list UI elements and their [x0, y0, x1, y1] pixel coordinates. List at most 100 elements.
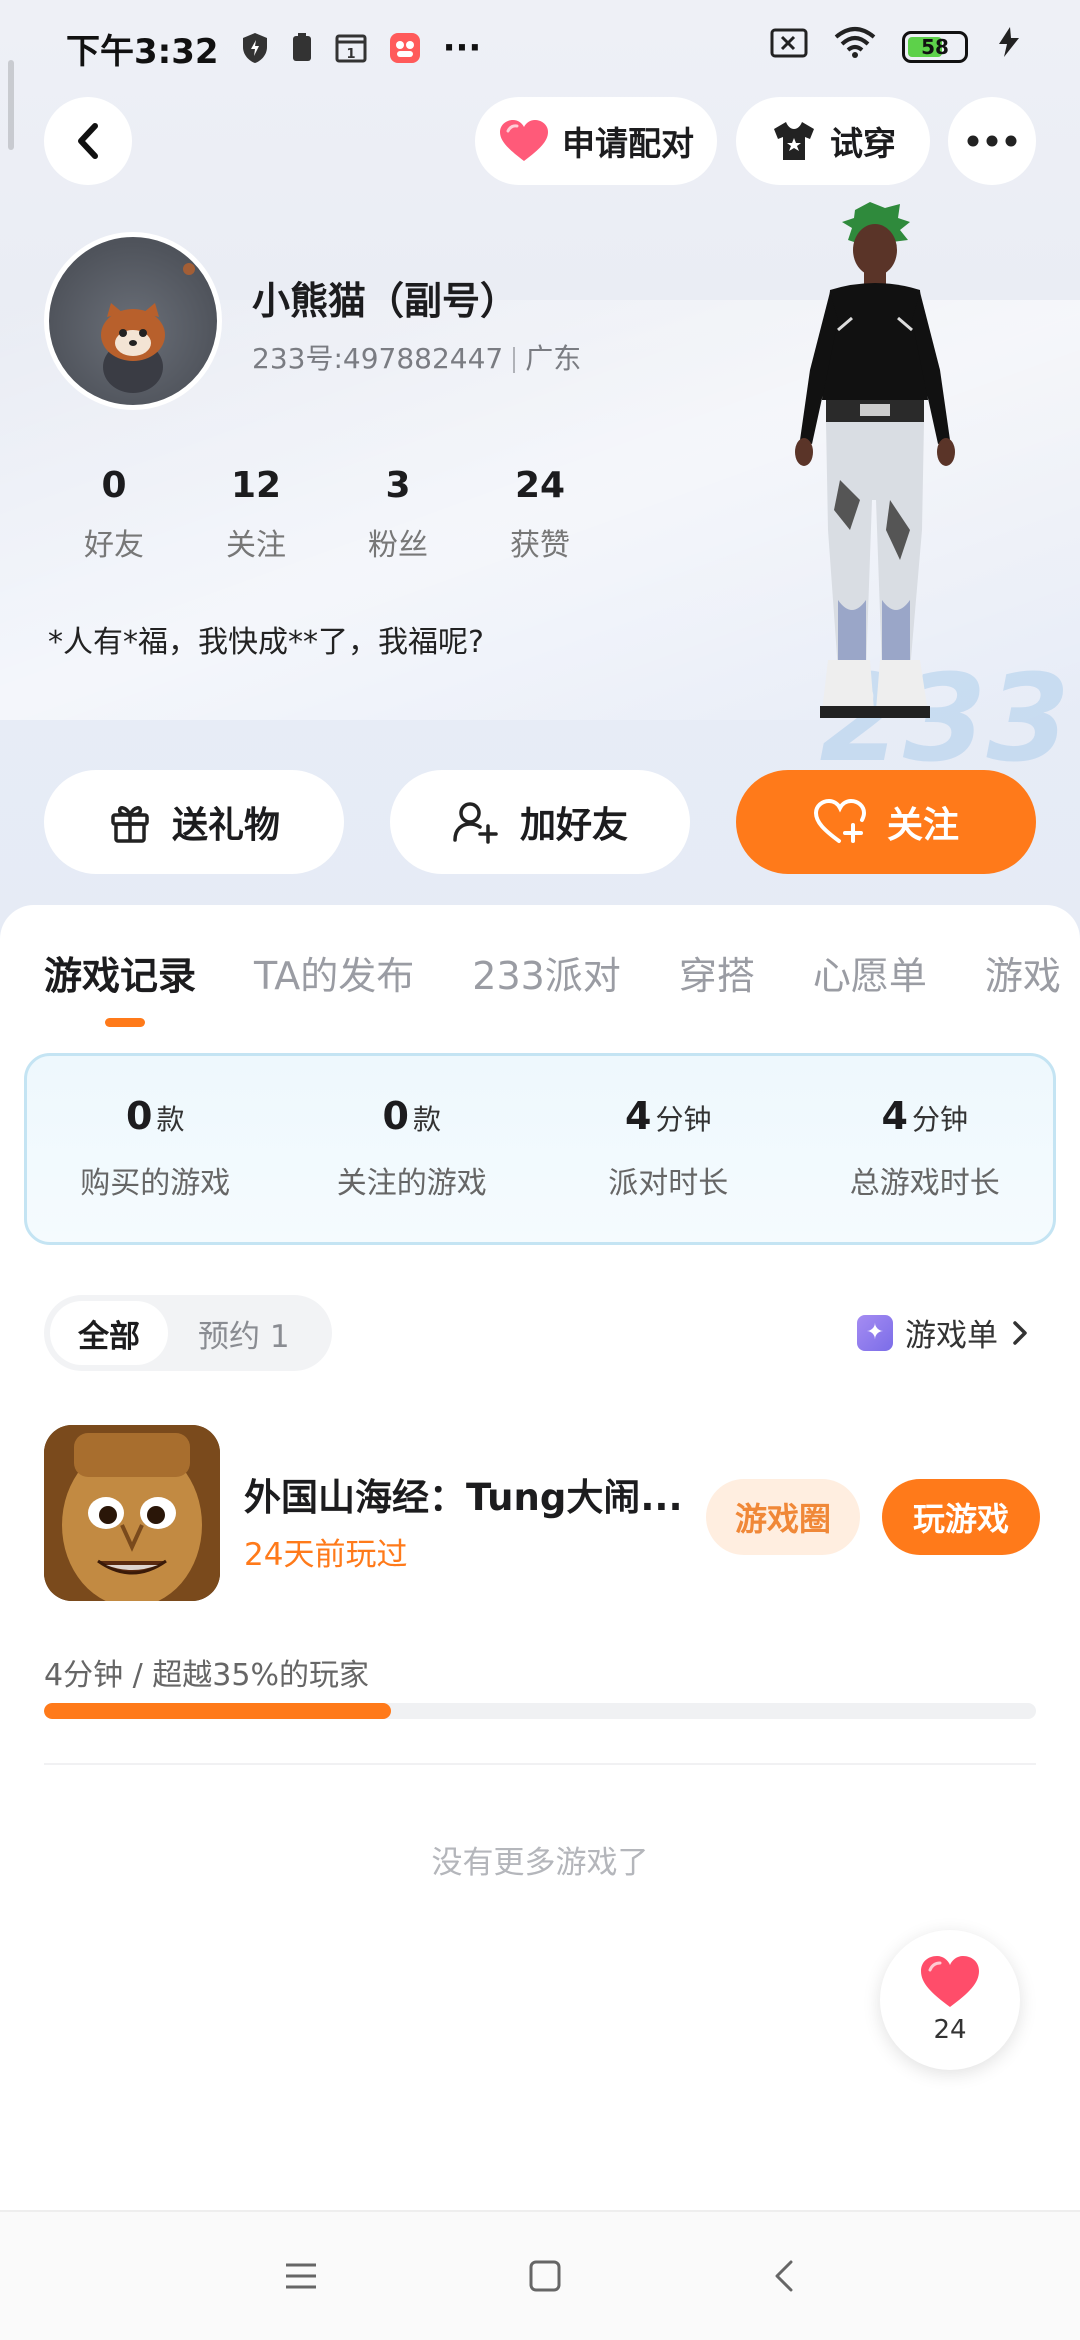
stat-fans-label: 粉丝 [368, 528, 428, 563]
dnd-icon [770, 27, 808, 67]
tab-game-records[interactable]: 游戏记录 [44, 945, 196, 1000]
follow-button[interactable]: 关注 [736, 770, 1036, 874]
summary-party-time-value: 4 [625, 1094, 652, 1138]
summary-party-time: 4 分钟 派对时长 [540, 1056, 797, 1242]
tab-outfits[interactable]: 穿搭 [679, 945, 755, 1000]
more-notifications-icon: ··· [442, 28, 482, 68]
menu-icon[interactable] [284, 2261, 318, 2291]
app-notification-icon [389, 32, 421, 64]
tab-posts[interactable]: TA的发布 [254, 945, 414, 1000]
send-gift-button[interactable]: 送礼物 [44, 770, 344, 874]
stat-likes-count: 24 [514, 465, 566, 506]
profile-name: 小熊猫（副号） [252, 279, 519, 323]
avatar-character-figure[interactable] [760, 200, 990, 770]
profile-tabs: 游戏记录 TA的发布 233派对 穿搭 心愿单 游戏 [44, 945, 1080, 1000]
avatar[interactable] [44, 232, 222, 410]
pair-request-button[interactable]: 申请配对 [475, 97, 717, 185]
game-list-label: 游戏单 [905, 1318, 998, 1354]
battery-indicator: 58 [902, 30, 968, 63]
game-face-icon [44, 1425, 220, 1601]
game-progress-fill [44, 1703, 392, 1719]
heart-icon [921, 1956, 979, 2007]
profile-region: 广东 [525, 342, 582, 375]
game-last-played: 24天前玩过 [244, 1537, 408, 1573]
game-filter: 全部 预约 1 [44, 1295, 332, 1371]
game-progress-text: 4分钟 / 超越35%的玩家 [44, 1658, 369, 1693]
game-summary-card: 0款 购买的游戏 0款 关注的游戏 4 分钟 派对时长 4 分钟 总游戏时长 [24, 1053, 1056, 1245]
game-progress-track [44, 1703, 1036, 1719]
summary-followed-label: 关注的游戏 [336, 1166, 487, 1201]
summary-party-time-unit: 分钟 [655, 1103, 712, 1136]
game-cover-icon [44, 1425, 220, 1601]
filter-reserve[interactable]: 预约 1 [198, 1311, 290, 1356]
red-panda-avatar-icon [101, 263, 195, 393]
summary-total-time-unit: 分钟 [911, 1103, 968, 1136]
wifi-icon [834, 26, 876, 67]
send-gift-label: 送礼物 [171, 805, 280, 846]
stat-fans[interactable]: 3 粉丝 [326, 465, 470, 564]
heart-icon [500, 120, 548, 161]
svg-text:1: 1 [346, 47, 355, 62]
summary-purchased-unit: 款 [156, 1103, 185, 1136]
sim-card-icon [291, 33, 313, 63]
filter-all[interactable]: 全部 [50, 1301, 168, 1365]
tshirt-icon [774, 122, 814, 160]
summary-purchased-value: 0 [126, 1094, 153, 1138]
system-nav-bar [0, 2210, 1080, 2340]
summary-purchased: 0款 购买的游戏 [27, 1056, 284, 1242]
like-floating-button[interactable]: 24 [880, 1930, 1020, 2070]
no-more-games-text: 没有更多游戏了 [431, 1845, 649, 1881]
summary-total-time-label: 总游戏时长 [849, 1166, 1000, 1201]
game-item[interactable]: 外国山海经：Tung大闹... 24天前玩过 游戏圈 玩游戏 [44, 1425, 1040, 1605]
battery-level: 58 [921, 34, 949, 59]
active-tab-indicator [105, 1018, 145, 1027]
summary-purchased-label: 购买的游戏 [80, 1166, 231, 1201]
stat-following-count: 12 [230, 465, 282, 506]
stat-likes[interactable]: 24 获赞 [468, 465, 612, 564]
stat-friends-count: 0 [101, 465, 127, 506]
home-icon[interactable] [528, 2259, 562, 2293]
like-count: 24 [933, 2015, 967, 2045]
gift-icon [111, 806, 149, 843]
profile-id-line: 233号:497882447 广东 [252, 337, 581, 377]
sparkle-icon: ✦ [857, 1314, 893, 1351]
profile-bio: *人有*福，我快成**了，我福呢? [48, 625, 484, 660]
profile-stats: 0 好友 12 关注 3 粉丝 24 获赞 [44, 465, 612, 564]
game-circle-button[interactable]: 游戏圈 [706, 1479, 860, 1555]
play-game-button[interactable]: 玩游戏 [882, 1479, 1040, 1555]
back-icon[interactable] [772, 2258, 796, 2294]
tab-games[interactable]: 游戏 [985, 945, 1061, 1000]
game-title: 外国山海经：Tung大闹... [244, 1476, 683, 1519]
shield-icon [241, 32, 269, 64]
stat-fans-count: 3 [385, 465, 411, 506]
summary-party-time-label: 派对时长 [608, 1166, 729, 1201]
heart-plus-icon [813, 799, 866, 843]
try-on-label: 试穿 [830, 124, 896, 163]
id-region-divider [513, 347, 516, 373]
chevron-left-icon [78, 123, 98, 159]
follow-label: 关注 [886, 805, 959, 846]
back-button[interactable] [44, 97, 132, 185]
summary-total-time: 4 分钟 总游戏时长 [797, 1056, 1054, 1242]
status-time: 下午3:32 [66, 31, 219, 72]
tab-233-party[interactable]: 233派对 [472, 945, 621, 1000]
profile-id: 233号:497882447 [252, 342, 504, 375]
add-friend-button[interactable]: 加好友 [390, 770, 690, 874]
calendar-icon: 1 [335, 33, 367, 63]
stat-friends[interactable]: 0 好友 [42, 465, 186, 564]
tab-wishlist[interactable]: 心愿单 [813, 945, 927, 1000]
charging-icon [994, 26, 1024, 67]
summary-followed-value: 0 [382, 1094, 409, 1138]
chevron-right-icon [1013, 1320, 1027, 1345]
try-on-button[interactable]: 试穿 [736, 97, 930, 185]
summary-total-time-value: 4 [881, 1094, 908, 1138]
stat-friends-label: 好友 [84, 528, 144, 563]
stat-following[interactable]: 12 关注 [184, 465, 328, 564]
add-user-icon [453, 802, 498, 844]
game-list-link[interactable]: ✦ 游戏单 [857, 1310, 1030, 1355]
stat-likes-label: 获赞 [510, 528, 570, 563]
more-options-button[interactable] [948, 97, 1036, 185]
more-dots-icon [967, 135, 1017, 147]
pair-request-label: 申请配对 [562, 124, 694, 163]
list-divider [44, 1763, 1036, 1765]
